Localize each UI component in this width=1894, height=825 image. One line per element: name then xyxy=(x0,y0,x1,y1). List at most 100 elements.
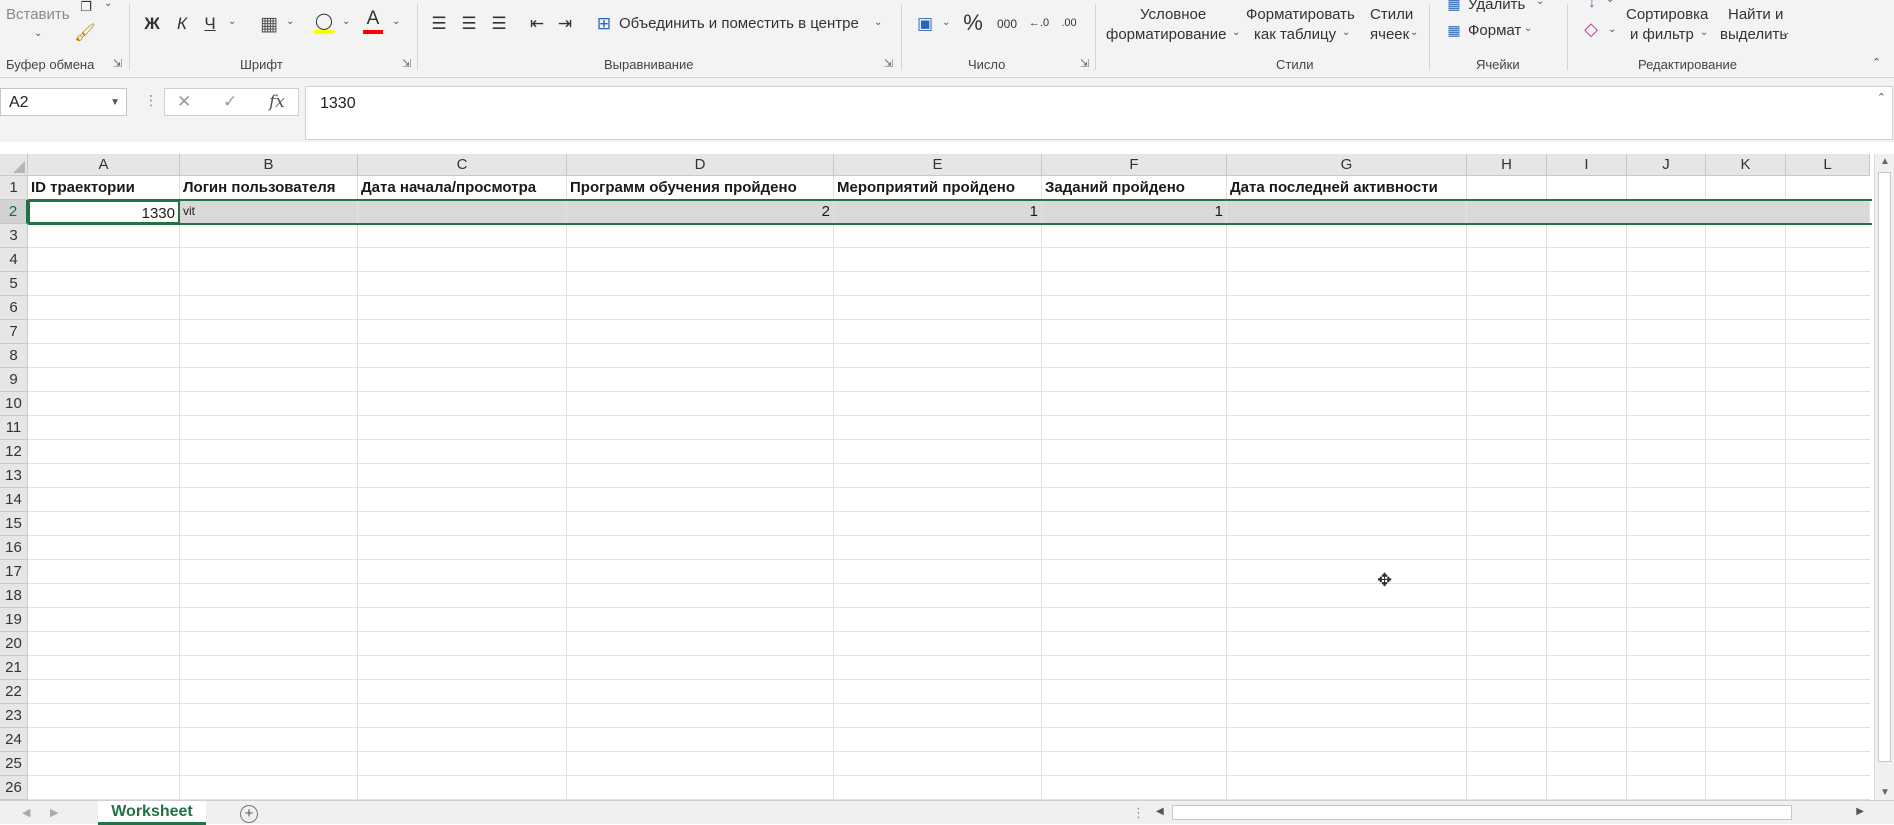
column-header-g[interactable]: G xyxy=(1227,154,1467,176)
column-header-l[interactable]: L xyxy=(1786,154,1870,176)
row-header-24[interactable]: 24 xyxy=(0,728,28,752)
underline-button[interactable]: Ч xyxy=(200,12,220,36)
cell-e1[interactable]: Мероприятий пройдено xyxy=(834,176,1042,200)
row-header-7[interactable]: 7 xyxy=(0,320,28,344)
row-header-16[interactable]: 16 xyxy=(0,536,28,560)
name-box[interactable]: A2 ▼ xyxy=(0,88,127,116)
empty-cells-area[interactable] xyxy=(28,224,1870,800)
borders-dropdown-icon[interactable]: ⌄ xyxy=(286,16,294,27)
decrease-decimal-icon[interactable]: .00 xyxy=(1056,10,1082,36)
column-header-d[interactable]: D xyxy=(567,154,834,176)
row-header-4[interactable]: 4 xyxy=(0,248,28,272)
cell-c2[interactable] xyxy=(358,200,567,224)
column-header-b[interactable]: B xyxy=(180,154,358,176)
cell-f2[interactable]: 1 xyxy=(1042,200,1227,224)
row-header-6[interactable]: 6 xyxy=(0,296,28,320)
align-right-icon[interactable]: ☰ xyxy=(488,12,510,36)
row-header-11[interactable]: 11 xyxy=(0,416,28,440)
fill-color-dropdown-icon[interactable]: ⌄ xyxy=(342,16,350,27)
row-header-21[interactable]: 21 xyxy=(0,656,28,680)
confirm-entry-icon[interactable]: ✓ xyxy=(223,92,237,112)
vertical-scrollbar[interactable]: ▲ ▼ xyxy=(1874,154,1894,800)
cell-a1[interactable]: ID траектории xyxy=(28,176,180,200)
column-header-j[interactable]: J xyxy=(1627,154,1706,176)
merge-icon[interactable]: ⊞ xyxy=(594,12,614,36)
autosum-icon[interactable]: ↓ xyxy=(1582,0,1602,10)
cell-g1[interactable]: Дата последней активности xyxy=(1227,176,1467,200)
number-format-icon[interactable]: ▣ xyxy=(914,12,936,36)
align-center-icon[interactable]: ☰ xyxy=(458,12,480,36)
italic-button[interactable]: К xyxy=(172,12,192,36)
row-header-5[interactable]: 5 xyxy=(0,272,28,296)
horizontal-scrollbar[interactable]: ◀ ▶ xyxy=(1150,804,1868,822)
tab-split-handle-icon[interactable]: ⋮ xyxy=(1132,805,1145,821)
format-cells-dropdown-icon[interactable]: ⌄ xyxy=(1524,23,1532,34)
clipboard-launcher-icon[interactable]: ⇲ xyxy=(113,57,122,70)
row-header-3[interactable]: 3 xyxy=(0,224,28,248)
merge-center-button[interactable]: Объединить и поместить в центре xyxy=(619,15,859,32)
name-box-dropdown-icon[interactable]: ▼ xyxy=(110,97,120,108)
alignment-launcher-icon[interactable]: ⇲ xyxy=(884,57,893,70)
number-launcher-icon[interactable]: ⇲ xyxy=(1080,57,1089,70)
cancel-entry-icon[interactable]: ✕ xyxy=(177,92,191,112)
add-sheet-icon[interactable]: + xyxy=(240,805,258,823)
row-header-15[interactable]: 15 xyxy=(0,512,28,536)
formula-input[interactable]: 1330 ⌃ xyxy=(305,86,1893,140)
insert-function-icon[interactable]: fx xyxy=(269,92,285,112)
collapse-ribbon-icon[interactable]: ⌃ xyxy=(1872,56,1881,69)
row-header-8[interactable]: 8 xyxy=(0,344,28,368)
delete-icon[interactable]: ▦ xyxy=(1444,0,1464,12)
row-header-19[interactable]: 19 xyxy=(0,608,28,632)
delete-dropdown-icon[interactable]: ⌄ xyxy=(1536,0,1544,7)
select-all-corner[interactable] xyxy=(0,154,28,176)
row-header-23[interactable]: 23 xyxy=(0,704,28,728)
next-sheet-icon[interactable]: ▶ xyxy=(50,806,58,819)
clear-dropdown-icon[interactable]: ⌄ xyxy=(1608,24,1616,35)
scroll-up-icon[interactable]: ▲ xyxy=(1880,156,1890,167)
row-header-20[interactable]: 20 xyxy=(0,632,28,656)
cell-f1[interactable]: Заданий пройдено xyxy=(1042,176,1227,200)
vertical-scroll-thumb[interactable] xyxy=(1878,172,1891,762)
increase-indent-icon[interactable]: ⇥ xyxy=(554,12,576,36)
row-header-17[interactable]: 17 xyxy=(0,560,28,584)
column-header-h[interactable]: H xyxy=(1467,154,1547,176)
sheet-tab-worksheet[interactable]: Worksheet xyxy=(98,801,206,825)
percent-button[interactable]: % xyxy=(960,10,986,36)
thousands-separator-button[interactable]: 000 xyxy=(994,12,1020,36)
format-painter-icon[interactable]: 🖌 xyxy=(74,22,96,44)
cell-a2[interactable]: 1330 xyxy=(28,200,180,224)
copy-icon[interactable]: ❐ xyxy=(76,0,96,14)
decrease-indent-icon[interactable]: ⇤ xyxy=(526,12,548,36)
expand-formula-bar-icon[interactable]: ⌃ xyxy=(1877,91,1886,104)
paste-dropdown-icon[interactable]: ⌄ xyxy=(34,28,42,39)
worksheet-grid[interactable]: A B C D E F G H I J K L 1 2 3 4 5 6 7 8 … xyxy=(0,154,1874,800)
scroll-down-icon[interactable]: ▼ xyxy=(1880,787,1890,798)
row-header-1[interactable]: 1 xyxy=(0,176,28,200)
row-header-2[interactable]: 2 xyxy=(0,200,28,224)
row-header-18[interactable]: 18 xyxy=(0,584,28,608)
bold-button[interactable]: Ж xyxy=(142,12,162,36)
underline-dropdown-icon[interactable]: ⌄ xyxy=(228,16,236,27)
horizontal-scroll-thumb[interactable] xyxy=(1172,805,1792,820)
column-header-k[interactable]: K xyxy=(1706,154,1786,176)
font-launcher-icon[interactable]: ⇲ xyxy=(402,57,411,70)
row-header-26[interactable]: 26 xyxy=(0,776,28,800)
column-header-c[interactable]: C xyxy=(358,154,567,176)
format-cells-icon[interactable]: ▦ xyxy=(1444,20,1464,40)
align-left-icon[interactable]: ☰ xyxy=(428,12,450,36)
delete-button[interactable]: Удалить xyxy=(1468,0,1525,13)
font-color-icon[interactable]: A xyxy=(362,8,384,30)
row-header-14[interactable]: 14 xyxy=(0,488,28,512)
cell-b2[interactable]: vit xyxy=(180,200,358,224)
increase-decimal-icon[interactable]: ←.0 xyxy=(1026,10,1052,36)
cell-c1[interactable]: Дата начала/просмотра xyxy=(358,176,567,200)
format-cells-button[interactable]: Формат xyxy=(1468,22,1521,39)
row-header-12[interactable]: 12 xyxy=(0,440,28,464)
cell-d1[interactable]: Программ обучения пройдено xyxy=(567,176,834,200)
column-header-i[interactable]: I xyxy=(1547,154,1627,176)
merge-dropdown-icon[interactable]: ⌄ xyxy=(874,17,882,28)
cell-g2[interactable] xyxy=(1227,200,1467,224)
scroll-left-icon[interactable]: ◀ xyxy=(1156,806,1164,817)
row-header-22[interactable]: 22 xyxy=(0,680,28,704)
number-format-dropdown-icon[interactable]: ⌄ xyxy=(942,17,950,28)
